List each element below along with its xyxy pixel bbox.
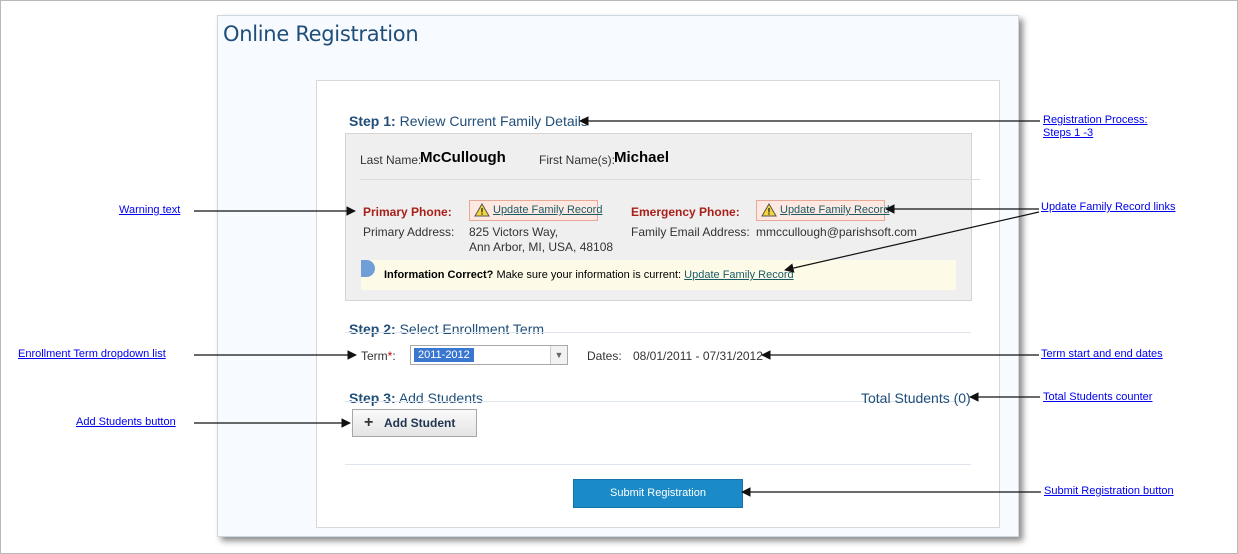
dates-value: 08/01/2011 - 07/31/2012 (633, 349, 763, 363)
primary-address-label: Primary Address: (363, 225, 455, 239)
info-icon (361, 260, 375, 277)
step1-title: Review Current Family Details (399, 113, 588, 129)
term-colon: : (392, 349, 396, 363)
dates-label: Dates: (587, 349, 622, 363)
step1-heading: Step 1: Review Current Family Details (349, 113, 588, 129)
warning-icon (761, 203, 777, 217)
primary-address-line1: 825 Victors Way, (469, 225, 559, 239)
primary-phone-label: Primary Phone: (363, 205, 452, 219)
primary-address-line2: Ann Arbor, MI, USA, 48108 (469, 240, 614, 254)
email-value: mmccullough@parishsoft.com (756, 225, 917, 239)
divider (360, 179, 980, 180)
submit-registration-button[interactable]: Submit Registration (573, 479, 743, 508)
callout-warning-text[interactable]: Warning text (119, 204, 180, 216)
term-selected-value: 2011-2012 (414, 348, 474, 362)
form-footer-rule (345, 464, 971, 465)
step2-title: Select Enrollment Term (399, 321, 545, 337)
warning-icon (474, 203, 490, 217)
primary-phone-update-link[interactable]: Update Family Record (493, 204, 602, 216)
email-label: Family Email Address: (631, 225, 750, 239)
term-select[interactable]: 2011-2012 ▼ (410, 345, 568, 365)
step1-number: Step 1: (349, 113, 396, 129)
callout-add-students-button[interactable]: Add Students button (76, 416, 176, 428)
callout-submit-button[interactable]: Submit Registration button (1044, 485, 1174, 497)
term-label-text: Term (361, 349, 388, 363)
callout-enrollment-term-dropdown[interactable]: Enrollment Term dropdown list (18, 348, 166, 360)
callout-registration-process[interactable]: Registration Process: (1043, 114, 1148, 126)
last-name-value: McCullough (420, 149, 506, 166)
registration-form: Step 1: Review Current Family Details La… (316, 80, 1000, 528)
primary-phone-warning: Update Family Record (469, 200, 602, 221)
step3-heading: Step 3: Add Students (349, 390, 483, 406)
add-student-button[interactable]: + Add Student (352, 409, 477, 437)
callout-total-students-counter[interactable]: Total Students counter (1043, 391, 1152, 403)
info-text: Make sure your information is current: (496, 269, 682, 281)
registration-panel: Online Registration Step 1: Review Curre… (217, 15, 1019, 537)
step3-title: Add Students (398, 390, 483, 406)
callout-update-family-record-links[interactable]: Update Family Record links (1041, 201, 1176, 213)
add-student-label: Add Student (384, 416, 456, 430)
step2-number: Step 2: (349, 321, 396, 337)
info-message: Information Correct? Make sure your info… (384, 269, 794, 281)
emergency-phone-warning: Update Family Record (756, 200, 889, 221)
emergency-phone-label: Emergency Phone: (631, 205, 740, 219)
step2-heading: Step 2: Select Enrollment Term (349, 321, 544, 337)
page-title: Online Registration (223, 22, 419, 46)
callout-registration-steps[interactable]: Steps 1 -3 (1043, 127, 1093, 139)
info-update-link[interactable]: Update Family Record (684, 269, 793, 281)
emergency-phone-update-link[interactable]: Update Family Record (780, 204, 889, 216)
plus-icon: + (364, 414, 374, 431)
chevron-down-icon[interactable]: ▼ (550, 346, 567, 364)
family-details-box: Last Name: McCullough First Name(s): Mic… (345, 133, 980, 301)
last-name-label: Last Name: (360, 153, 422, 167)
callout-term-dates[interactable]: Term start and end dates (1041, 348, 1163, 360)
first-name-value: Michael (614, 149, 670, 166)
step3-number: Step 3: (349, 390, 396, 406)
info-correct-bar: Information Correct? Make sure your info… (361, 260, 956, 290)
first-name-label: First Name(s): (539, 153, 615, 167)
info-bold: Information Correct? (384, 269, 494, 281)
step2-rule (345, 332, 971, 333)
total-students-counter: Total Students (0) (861, 390, 971, 406)
term-label: Term*: (361, 349, 396, 363)
